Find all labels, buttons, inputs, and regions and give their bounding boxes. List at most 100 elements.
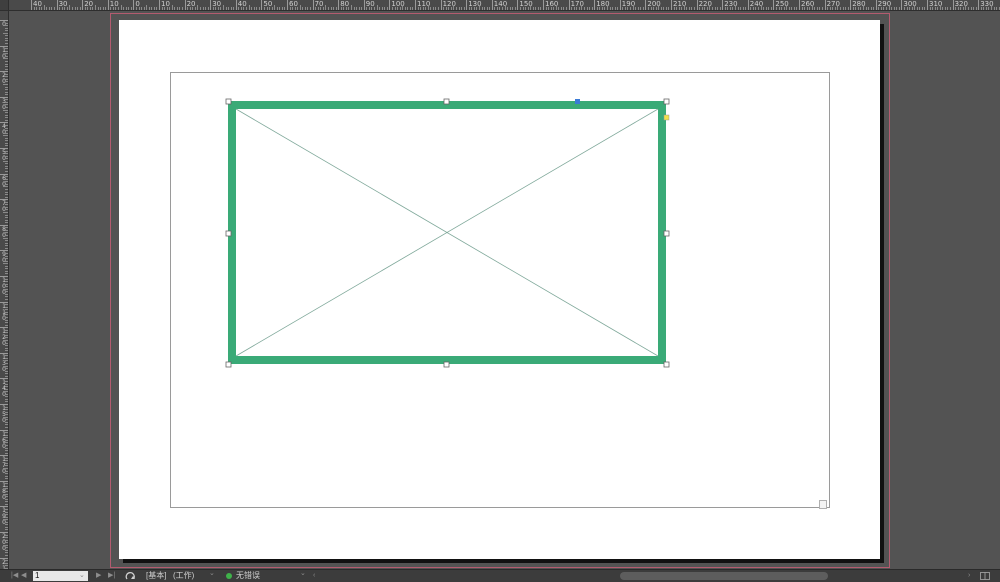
ruler-minor-tick — [5, 181, 8, 183]
ruler-minor-tick — [801, 7, 803, 10]
ruler-minor-tick — [379, 7, 381, 10]
ruler-minor-tick — [5, 368, 8, 370]
ruler-minor-tick — [5, 555, 8, 557]
ruler-minor-tick — [924, 7, 926, 10]
ruler-minor-tick — [737, 7, 739, 10]
ruler-minor-tick — [5, 508, 8, 510]
ruler-minor-tick — [5, 534, 8, 536]
ruler-minor-tick — [599, 7, 601, 10]
ruler-minor-tick — [957, 7, 959, 10]
ruler-minor-tick — [404, 7, 406, 10]
ruler-minor-tick — [942, 7, 944, 10]
ruler-minor-tick — [724, 7, 726, 10]
ruler-minor-tick — [5, 137, 8, 139]
ruler-minor-tick — [566, 7, 568, 10]
ruler-minor-tick — [865, 7, 867, 10]
ruler-minor-tick — [758, 7, 760, 10]
ruler-minor-tick — [320, 7, 322, 10]
ruler-minor-tick — [686, 7, 688, 10]
ruler-minor-tick — [123, 7, 125, 10]
horizontal-scrollbar-thumb[interactable] — [620, 572, 828, 580]
horizontal-ruler[interactable]: 40 30 20 10 0 10 20 30 40 50 60 70 80 90 100 110 120 130 1… — [9, 0, 1000, 11]
last-page-icon[interactable]: ▶| — [108, 570, 115, 582]
ruler-minor-tick — [763, 7, 765, 10]
ruler-minor-tick — [5, 281, 8, 283]
scroll-right-icon[interactable]: › — [968, 570, 970, 582]
handle-bottom-left[interactable] — [225, 361, 232, 368]
ruler-minor-tick — [269, 7, 271, 10]
ruler-minor-tick — [914, 5, 916, 10]
ruler-minor-tick — [829, 7, 831, 10]
ruler-minor-tick — [5, 145, 8, 147]
ruler-minor-tick — [212, 7, 214, 10]
ruler-minor-tick — [5, 383, 8, 385]
live-corner-handle[interactable] — [663, 114, 670, 121]
ruler-minor-tick — [294, 7, 296, 10]
open-page-icon[interactable] — [125, 571, 137, 582]
ruler-minor-tick — [238, 7, 240, 10]
ruler-minor-tick — [384, 7, 386, 10]
handle-middle-left[interactable] — [225, 230, 232, 237]
ruler-minor-tick — [5, 188, 8, 190]
handle-bottom-right[interactable] — [663, 361, 670, 368]
scroll-left-icon[interactable]: ‹ — [313, 570, 315, 582]
ruler-minor-tick — [366, 7, 368, 10]
ruler-minor-tick — [806, 7, 808, 10]
ruler-minor-tick — [258, 7, 260, 10]
ruler-minor-tick — [555, 5, 557, 10]
ruler-minor-tick — [5, 363, 8, 365]
ruler-minor-tick — [118, 7, 120, 10]
handle-top-left[interactable] — [225, 98, 232, 105]
ruler-minor-tick — [903, 7, 905, 10]
ruler-minor-tick — [240, 7, 242, 10]
handle-top-center[interactable] — [443, 98, 450, 105]
ruler-minor-tick — [5, 260, 8, 262]
vertical-ruler[interactable]: 0 10 20 30 40 50 60 70 80 90 100 110 120 130 140 150 160… — [0, 11, 9, 569]
ruler-minor-tick — [302, 7, 304, 10]
ruler-minor-tick — [5, 465, 8, 467]
preflight-status-text[interactable]: 无错误 — [236, 570, 260, 582]
ruler-minor-tick — [5, 319, 8, 321]
ruler-minor-tick — [381, 7, 383, 10]
ruler-minor-tick — [317, 7, 319, 10]
content-grabber-handle[interactable] — [575, 99, 580, 104]
ruler-minor-tick — [5, 201, 8, 203]
ruler-minor-tick — [548, 7, 550, 10]
master-dropdown-chevron-icon[interactable]: ⌄ — [209, 568, 215, 580]
ruler-minor-tick — [617, 7, 619, 10]
next-page-icon[interactable]: ▶ — [96, 570, 101, 582]
prev-page-icon[interactable]: ◀ — [21, 570, 26, 582]
first-page-icon[interactable]: |◀ — [11, 570, 18, 582]
page-dropdown-chevron-icon[interactable]: ⌄ — [79, 570, 85, 582]
ruler-minor-tick — [911, 7, 913, 10]
handle-middle-right[interactable] — [663, 230, 670, 237]
preflight-dropdown-chevron-icon[interactable]: ⌄ — [300, 568, 306, 580]
ruler-minor-tick — [719, 7, 721, 10]
ruler-minor-tick — [289, 7, 291, 10]
ruler-minor-tick — [5, 337, 8, 339]
ruler-minor-tick — [819, 7, 821, 10]
handle-top-right[interactable] — [663, 98, 670, 105]
ruler-minor-tick — [937, 7, 939, 10]
ruler-minor-tick — [558, 7, 560, 10]
view-options-icon[interactable] — [980, 572, 990, 582]
ruler-minor-tick — [5, 142, 8, 144]
handle-bottom-center[interactable] — [443, 361, 450, 368]
ruler-minor-tick — [5, 43, 8, 45]
ruler-minor-tick — [5, 206, 8, 208]
ruler-minor-tick — [371, 7, 373, 10]
ruler-minor-tick — [171, 5, 173, 10]
ruler-minor-tick — [325, 5, 327, 10]
ruler-minor-tick — [5, 309, 8, 311]
ruler-minor-tick — [811, 5, 813, 10]
ruler-origin-corner[interactable] — [0, 0, 9, 11]
ruler-minor-tick — [5, 247, 8, 249]
ruler-minor-tick — [988, 7, 990, 10]
ruler-minor-tick — [5, 48, 8, 50]
ruler-minor-tick — [5, 270, 8, 272]
ruler-minor-tick — [653, 7, 655, 10]
ruler-minor-tick — [61, 7, 63, 10]
ruler-minor-tick — [3, 160, 8, 162]
ruler-minor-tick — [5, 498, 8, 500]
graphic-frame[interactable] — [220, 95, 675, 375]
